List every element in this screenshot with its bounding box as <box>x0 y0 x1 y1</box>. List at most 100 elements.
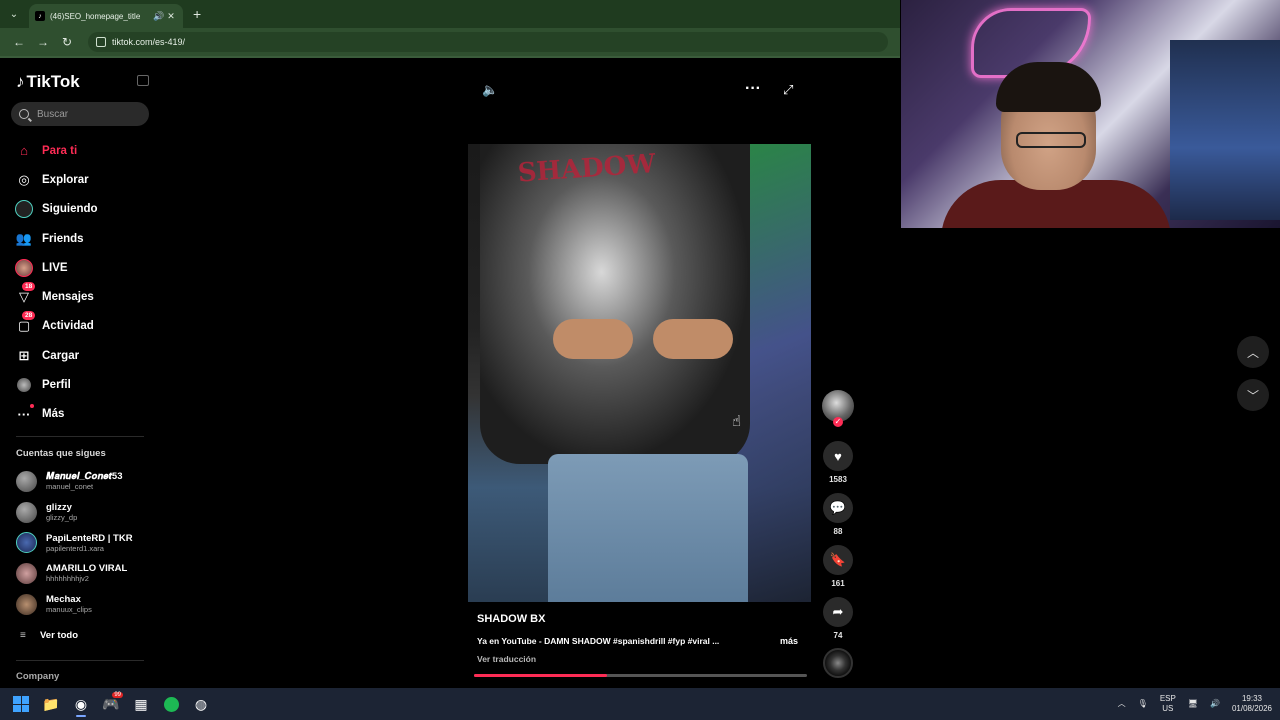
comment-icon[interactable]: 💬 <box>823 493 853 523</box>
heart-icon[interactable]: ♥ <box>823 441 853 471</box>
tab-title: (46)SEO_homepage_title <box>50 11 141 21</box>
sidebar-divider <box>16 436 144 437</box>
microphone-icon[interactable]: 🎙 <box>1138 699 1148 709</box>
chrome-icon[interactable]: ◉ <box>66 690 96 718</box>
messages-icon: ▽ 18 <box>14 282 36 307</box>
following-account[interactable]: 𝑴𝒂𝒏𝒖𝒆𝒍_𝑪𝒐𝒏𝒆𝒕53 manuel_conet <box>16 466 133 497</box>
like-count: 1583 <box>829 475 847 484</box>
new-tab-button[interactable]: + <box>193 6 201 22</box>
previous-video-button[interactable]: ︿ <box>1237 336 1269 368</box>
nav-item-para-ti[interactable]: ⌂ Para ti <box>14 136 98 165</box>
network-icon[interactable]: 🖥 <box>1188 699 1198 709</box>
forward-arrow-icon[interactable]: → <box>32 31 54 53</box>
nav-item-cargar[interactable]: ⊞ Cargar <box>14 341 98 370</box>
next-video-button[interactable]: ﹀ <box>1237 379 1269 411</box>
nav-item-siguiendo[interactable]: Siguiendo <box>14 195 98 224</box>
browser-tab-bar: ⌄ ♪ (46)SEO_homepage_title 🔊 ✕ + <box>0 0 900 28</box>
save-action[interactable]: 🔖 161 <box>822 545 854 588</box>
activity-icon: ▢ 28 <box>14 311 36 336</box>
avatar <box>16 562 37 584</box>
share-action[interactable]: ➦ 74 <box>822 597 854 640</box>
compass-icon: ◎ <box>18 171 30 187</box>
nav-item-mas[interactable]: ··· Más <box>14 400 98 429</box>
tab-search-chevron-icon[interactable]: ⌄ <box>3 3 25 25</box>
like-action[interactable]: ♥ 1583 <box>822 441 854 484</box>
main-nav: ⌂ Para ti ◎ Explorar Siguiendo 👥 Friends… <box>14 136 98 429</box>
discord-icon[interactable]: 🎮 99 <box>96 690 126 718</box>
tab-audio-icon[interactable]: 🔊 <box>153 11 165 22</box>
following-account[interactable]: PapiLenteRD | TKR papilenterd1.xara <box>16 527 133 558</box>
search-input[interactable]: Buscar <box>11 102 149 126</box>
site-info-icon[interactable] <box>96 37 106 47</box>
friends-icon: 👥 <box>15 230 33 246</box>
discord-badge: 99 <box>112 692 123 698</box>
nav-item-explorar[interactable]: ◎ Explorar <box>14 165 98 194</box>
share-icon[interactable]: ➦ <box>823 597 853 627</box>
url-field[interactable]: tiktok.com/es-419/ <box>88 32 888 52</box>
following-account[interactable]: Mechax manuux_clips <box>16 589 133 620</box>
region-label: US <box>1162 704 1174 713</box>
see-all-button[interactable]: ≡ Ver todo <box>20 630 78 641</box>
home-icon: ⌂ <box>20 143 28 159</box>
music-disc-icon[interactable] <box>823 648 853 678</box>
nav-item-actividad[interactable]: ▢ 28 Actividad <box>14 311 98 341</box>
tab-close-icon[interactable]: ✕ <box>165 11 177 22</box>
spotify-icon[interactable] <box>156 690 186 718</box>
windows-logo-icon <box>13 696 29 712</box>
account-handle: manuux_clips <box>46 605 92 615</box>
account-name: AMARILLO VIRAL <box>46 563 128 575</box>
browser-tab[interactable]: ♪ (46)SEO_homepage_title 🔊 ✕ <box>29 4 183 28</box>
volume-icon[interactable]: 🔈 <box>482 82 498 98</box>
nav-item-mensajes[interactable]: ▽ 18 Mensajes <box>14 282 98 311</box>
follow-check-icon[interactable]: ✓ <box>833 417 843 427</box>
account-name: Mechax <box>46 594 81 606</box>
comment-action[interactable]: 💬 88 <box>822 493 854 536</box>
video-hand-right <box>653 319 733 359</box>
nav-label: Cargar <box>42 349 80 362</box>
live-icon <box>14 258 34 278</box>
following-account[interactable]: glizzy glizzy_dp <box>16 497 133 528</box>
following-account[interactable]: AMARILLO VIRAL hhhhhhhhjv2 <box>16 558 133 589</box>
nav-item-live[interactable]: LIVE <box>14 253 98 282</box>
nav-item-perfil[interactable]: Perfil <box>14 370 98 399</box>
see-translation-link[interactable]: Ver traducción <box>477 654 536 664</box>
url-text: tiktok.com/es-419/ <box>112 37 186 47</box>
tray-chevron-up-icon[interactable]: ︿ <box>1118 699 1126 709</box>
following-icon <box>14 199 34 219</box>
fullscreen-icon[interactable]: ⤢ <box>783 82 793 98</box>
nav-label: Más <box>42 408 65 421</box>
language-indicator[interactable]: ESP US <box>1160 694 1176 714</box>
see-all-label: Ver todo <box>40 630 79 641</box>
avatar <box>16 470 37 492</box>
clock[interactable]: 19:33 01/08/2026 <box>1232 694 1272 714</box>
windows-taskbar: 📁 ◉ 🎮 99 ▦ ◍ ︿ 🎙 ESP US 🖥 🔊 19:33 01/08/202… <box>0 688 1280 720</box>
video-progress-bar[interactable] <box>474 674 807 677</box>
back-arrow-icon[interactable]: ← <box>8 31 30 53</box>
address-bar-row: ← → ↻ tiktok.com/es-419/ <box>0 28 900 56</box>
profile-icon <box>14 375 34 395</box>
author-avatar[interactable]: ✓ <box>822 390 854 427</box>
following-header: Cuentas que sigues <box>16 448 106 459</box>
start-button[interactable] <box>6 690 36 718</box>
speaker-icon[interactable]: 🔊 <box>1210 699 1220 709</box>
file-explorer-icon[interactable]: 📁 <box>36 690 66 718</box>
nav-label: Actividad <box>42 320 94 333</box>
video-player[interactable]: SHADOW <box>468 144 811 602</box>
account-handle: papilenterd1.xara <box>46 543 104 553</box>
video-author[interactable]: SHADOW BX <box>477 613 545 625</box>
upload-icon: ⊞ <box>18 347 30 363</box>
obs-icon[interactable]: ◍ <box>186 690 216 718</box>
tiktok-logo[interactable]: ♪ TikTok <box>16 72 80 92</box>
collapse-sidebar-icon[interactable] <box>137 75 149 86</box>
nav-label: Para ti <box>42 144 78 157</box>
company-link[interactable]: Company <box>16 671 59 682</box>
bookmark-icon[interactable]: 🔖 <box>823 545 853 575</box>
account-handle: hhhhhhhhjv2 <box>46 574 89 584</box>
reload-icon[interactable]: ↻ <box>56 31 78 53</box>
more-options-icon[interactable]: ··· <box>745 80 761 98</box>
caption-more-button[interactable]: más <box>780 636 798 646</box>
webcam-overlay <box>901 0 1280 228</box>
app-icon[interactable]: ▦ <box>126 690 156 718</box>
nav-label: Friends <box>42 232 84 245</box>
nav-item-friends[interactable]: 👥 Friends <box>14 224 98 253</box>
